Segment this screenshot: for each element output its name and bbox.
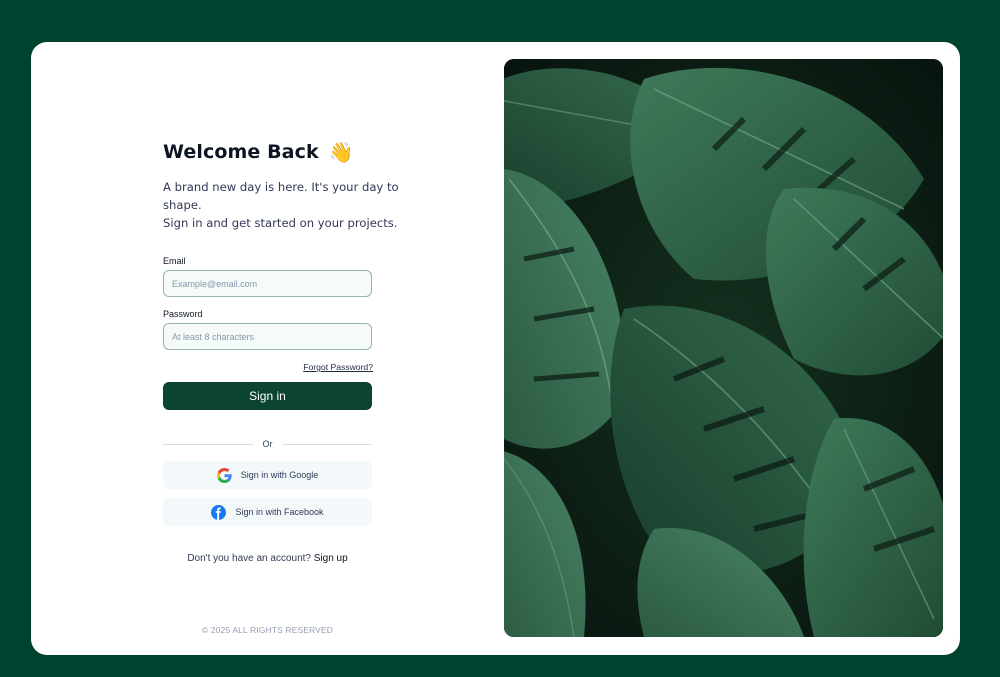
- google-sign-in-label: Sign in with Google: [240, 470, 319, 480]
- subtitle: A brand new day is here. It's your day t…: [163, 178, 423, 232]
- facebook-sign-in-button[interactable]: Sign in with Facebook: [163, 498, 372, 526]
- signup-row: Don't you have an account? Sign up: [163, 553, 372, 564]
- email-field[interactable]: [163, 270, 372, 297]
- google-icon: [216, 467, 232, 483]
- forgot-row: Forgot Password?: [163, 362, 373, 372]
- page-title: Welcome Back 👋: [163, 140, 373, 164]
- google-sign-in-button[interactable]: Sign in with Google: [163, 461, 372, 489]
- divider-label: Or: [262, 439, 273, 449]
- subtitle-line-2: Sign in and get started on your projects…: [163, 216, 398, 230]
- email-label: Email: [163, 256, 186, 266]
- forgot-password-link[interactable]: Forgot Password?: [303, 362, 373, 372]
- copyright-footer: © 2025 ALL RIGHTS RESERVED: [202, 625, 333, 635]
- divider-line-right: [282, 443, 372, 445]
- monstera-leaves-image: [504, 59, 943, 637]
- or-divider: Or: [163, 439, 372, 449]
- signup-prompt: Don't you have an account?: [187, 553, 311, 564]
- password-label: Password: [163, 309, 203, 319]
- facebook-icon: [211, 504, 227, 520]
- login-card: Welcome Back 👋 A brand new day is here. …: [31, 42, 960, 655]
- subtitle-line-1: A brand new day is here. It's your day t…: [163, 180, 399, 212]
- sign-in-button[interactable]: Sign in: [163, 382, 372, 410]
- password-field[interactable]: [163, 323, 372, 350]
- wave-icon: 👋: [328, 140, 354, 164]
- divider-line-left: [163, 443, 253, 445]
- sign-up-link[interactable]: Sign up: [314, 553, 348, 564]
- facebook-sign-in-label: Sign in with Facebook: [235, 507, 324, 517]
- title-text: Welcome Back: [163, 141, 319, 163]
- login-form: Welcome Back 👋 A brand new day is here. …: [163, 140, 399, 564]
